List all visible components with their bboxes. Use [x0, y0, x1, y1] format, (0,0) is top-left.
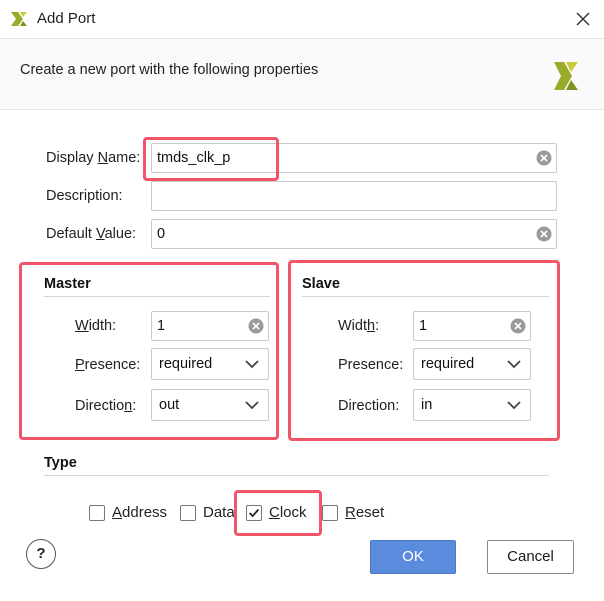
reset-checkbox[interactable] [322, 505, 338, 521]
dialog-header: Create a new port with the following pro… [0, 38, 604, 110]
title-bar: Add Port [0, 0, 604, 38]
default-value-value: 0 [157, 226, 166, 242]
highlight-slave [288, 260, 560, 441]
default-value-input[interactable]: 0 [151, 219, 557, 249]
clear-icon[interactable] [536, 226, 552, 242]
vivado-brand-icon [554, 62, 578, 90]
description-label: Description: [46, 188, 123, 204]
address-label[interactable]: Address [112, 504, 167, 521]
data-label[interactable]: Data [203, 504, 235, 521]
highlight-display-name [143, 137, 279, 181]
type-title: Type [44, 455, 77, 471]
address-checkbox[interactable] [89, 505, 105, 521]
ok-button[interactable]: OK [370, 540, 456, 574]
reset-label[interactable]: Reset [345, 504, 384, 521]
vivado-logo-icon [11, 12, 27, 26]
clear-icon[interactable] [536, 150, 552, 166]
header-text: Create a new port with the following pro… [20, 62, 319, 78]
cancel-button[interactable]: Cancel [487, 540, 574, 574]
description-input[interactable] [151, 181, 557, 211]
highlight-master [19, 262, 279, 440]
close-icon[interactable] [572, 8, 594, 30]
type-separator [44, 475, 549, 476]
window-title: Add Port [37, 10, 96, 27]
display-name-label: Display Name: [46, 150, 141, 166]
default-value-label: Default Value: [46, 226, 137, 242]
highlight-clock [234, 490, 322, 536]
data-checkbox[interactable] [180, 505, 196, 521]
add-port-dialog: Add Port Create a new port with the foll… [0, 0, 604, 601]
help-button[interactable]: ? [26, 539, 56, 569]
